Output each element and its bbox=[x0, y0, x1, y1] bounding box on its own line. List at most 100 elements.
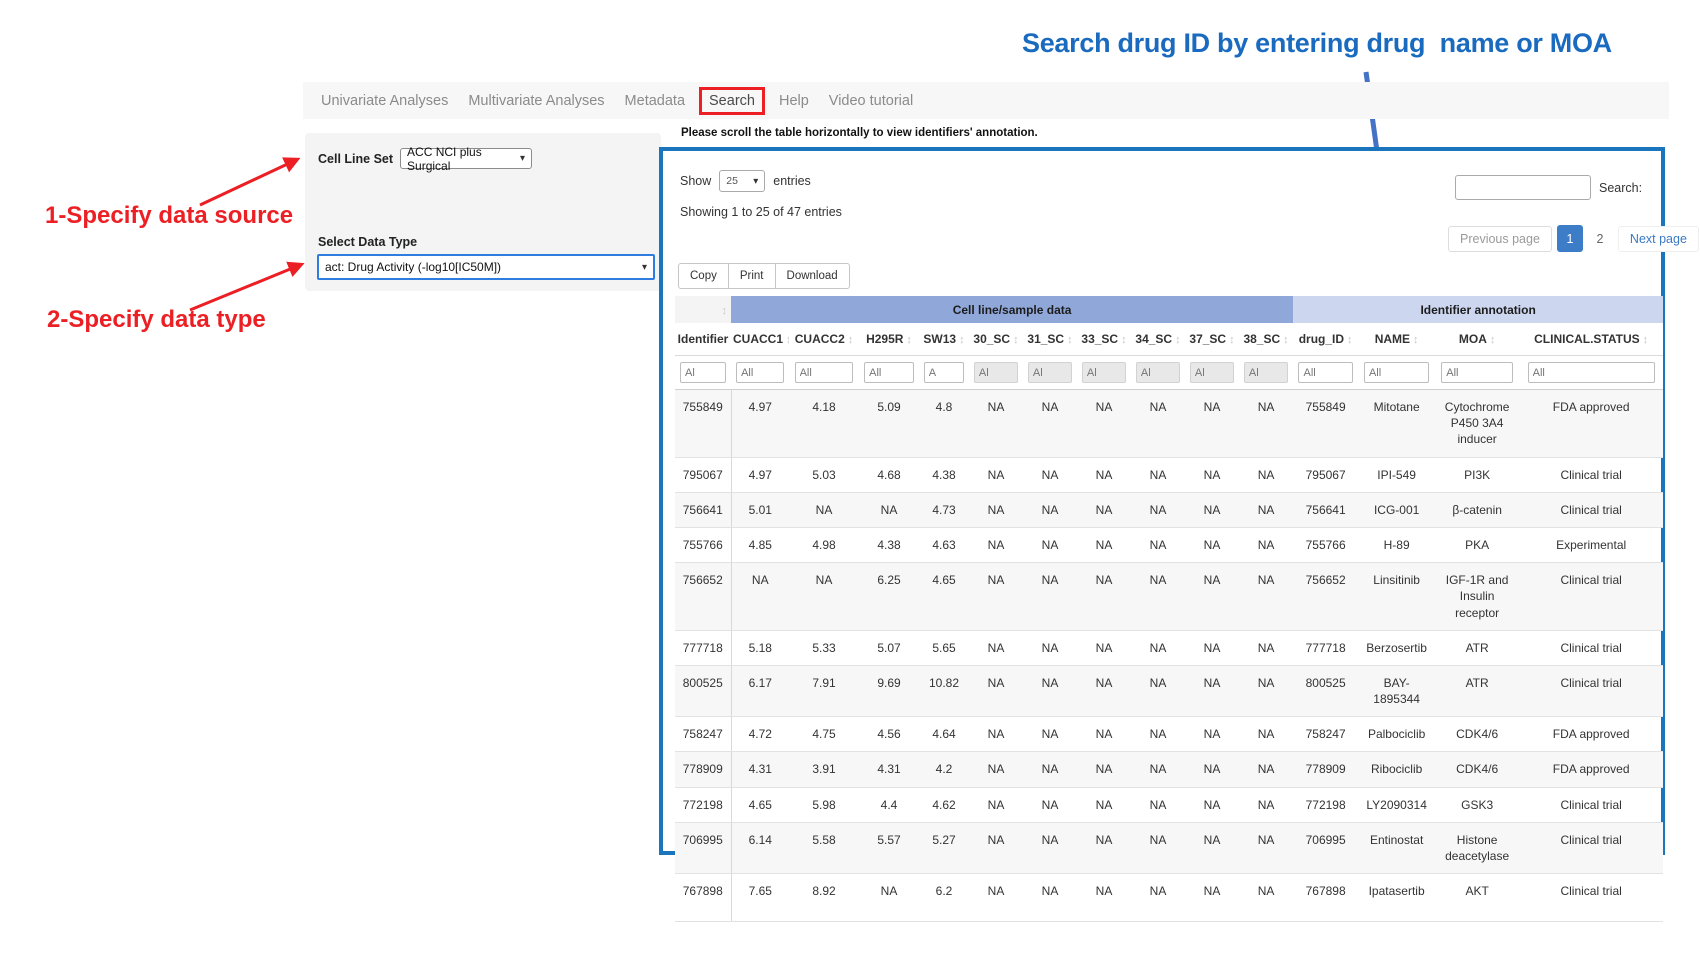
cell-sw13: 4.63 bbox=[919, 527, 969, 562]
column-header-34-sc[interactable]: 34_SC↕ bbox=[1131, 323, 1185, 356]
cell-31-sc: NA bbox=[1023, 874, 1077, 922]
column-header-sw13[interactable]: SW13↕ bbox=[919, 323, 969, 356]
group-header-identifier-annotation: Identifier annotation bbox=[1293, 296, 1663, 323]
filter-cell bbox=[1185, 356, 1239, 390]
cell-38-sc: NA bbox=[1239, 390, 1293, 458]
cell-h295r: 5.09 bbox=[859, 390, 919, 458]
table-panel: Show 25 ▾ entries Showing 1 to 25 of 47 … bbox=[659, 147, 1665, 855]
filter-cell bbox=[675, 356, 731, 390]
download-button[interactable]: Download bbox=[775, 263, 850, 289]
cell-name: IPI-549 bbox=[1358, 457, 1435, 492]
column-header-31-sc[interactable]: 31_SC↕ bbox=[1023, 323, 1077, 356]
nav-item-help[interactable]: Help bbox=[769, 87, 819, 115]
column-header-row: IdentifierCUACC1↕CUACC2↕H295R↕SW13↕30_SC… bbox=[675, 323, 1663, 356]
cell-name: Ribociclib bbox=[1358, 752, 1435, 787]
cell-37-sc: NA bbox=[1185, 665, 1239, 716]
column-header-h295r[interactable]: H295R↕ bbox=[859, 323, 919, 356]
cell-37-sc: NA bbox=[1185, 457, 1239, 492]
group-header-row: ↕Cell line/sample dataIdentifier annotat… bbox=[675, 296, 1663, 323]
next-page-button[interactable]: Next page bbox=[1618, 226, 1699, 252]
column-header-33-sc[interactable]: 33_SC↕ bbox=[1077, 323, 1131, 356]
copy-button[interactable]: Copy bbox=[678, 263, 729, 289]
navbar: Univariate AnalysesMultivariate Analyses… bbox=[303, 82, 1669, 119]
cell-cuacc1: 5.01 bbox=[731, 492, 789, 527]
filter-input-h295r[interactable] bbox=[864, 362, 914, 383]
print-button[interactable]: Print bbox=[728, 263, 776, 289]
cell-drug-id: 755766 bbox=[1293, 527, 1358, 562]
search-input[interactable] bbox=[1455, 175, 1591, 200]
filter-input-37-sc bbox=[1190, 362, 1234, 383]
nav-item-univariate-analyses[interactable]: Univariate Analyses bbox=[311, 87, 458, 115]
nav-item-multivariate-analyses[interactable]: Multivariate Analyses bbox=[458, 87, 614, 115]
column-header-30-sc[interactable]: 30_SC↕ bbox=[969, 323, 1023, 356]
cell-31-sc: NA bbox=[1023, 787, 1077, 822]
column-header-name[interactable]: NAME↕ bbox=[1358, 323, 1435, 356]
cell-cuacc2: 7.91 bbox=[789, 665, 859, 716]
table-row: 7777185.185.335.075.65NANANANANANA777718… bbox=[675, 630, 1663, 665]
nav-item-metadata[interactable]: Metadata bbox=[615, 87, 695, 115]
filter-input-moa[interactable] bbox=[1441, 362, 1513, 383]
filter-input-identifier[interactable] bbox=[680, 362, 726, 383]
cell-clinical-status: Clinical trial bbox=[1519, 822, 1663, 873]
page-button-2[interactable]: 2 bbox=[1587, 225, 1613, 252]
cell-name: H-89 bbox=[1358, 527, 1435, 562]
cell-identifier: 758247 bbox=[675, 717, 731, 752]
cell-name: LY2090314 bbox=[1358, 787, 1435, 822]
page-length-select[interactable]: 25 ▾ bbox=[719, 170, 765, 192]
cell-identifier: 795067 bbox=[675, 457, 731, 492]
filter-input-sw13[interactable] bbox=[924, 362, 964, 383]
cell-38-sc: NA bbox=[1239, 874, 1293, 922]
filter-cell bbox=[859, 356, 919, 390]
cell-37-sc: NA bbox=[1185, 630, 1239, 665]
column-header-cuacc1[interactable]: CUACC1↕ bbox=[731, 323, 789, 356]
cell-clinical-status: Clinical trial bbox=[1519, 874, 1663, 922]
show-label: Show bbox=[680, 174, 711, 188]
previous-page-button[interactable]: Previous page bbox=[1448, 226, 1552, 252]
cell-line-set-select[interactable]: ACC NCI plus Surgical ▾ bbox=[400, 148, 532, 169]
cell-moa: CDK4/6 bbox=[1435, 752, 1519, 787]
search-label: Search: bbox=[1599, 181, 1642, 195]
chevron-down-icon: ▾ bbox=[753, 176, 758, 187]
filter-input-cuacc2[interactable] bbox=[795, 362, 854, 383]
page-button-1[interactable]: 1 bbox=[1557, 225, 1583, 252]
cell-33-sc: NA bbox=[1077, 630, 1131, 665]
cell-cuacc1: 4.72 bbox=[731, 717, 789, 752]
cell-31-sc: NA bbox=[1023, 390, 1077, 458]
column-header-clinical-status[interactable]: CLINICAL.STATUS↕ bbox=[1519, 323, 1663, 356]
filter-input-cuacc1[interactable] bbox=[736, 362, 784, 383]
filter-input-drug-id[interactable] bbox=[1298, 362, 1352, 383]
cell-cuacc2: 5.98 bbox=[789, 787, 859, 822]
table-row: 7558494.974.185.094.8NANANANANANA755849M… bbox=[675, 390, 1663, 458]
cell-37-sc: NA bbox=[1185, 787, 1239, 822]
cell-sw13: 4.64 bbox=[919, 717, 969, 752]
column-header-moa[interactable]: MOA↕ bbox=[1435, 323, 1519, 356]
cell-name: ICG-001 bbox=[1358, 492, 1435, 527]
nav-item-search[interactable]: Search bbox=[699, 87, 765, 115]
page-number-buttons: 12 bbox=[1557, 225, 1613, 252]
cell-clinical-status: FDA approved bbox=[1519, 752, 1663, 787]
cell-cuacc1: 4.31 bbox=[731, 752, 789, 787]
filter-input-name[interactable] bbox=[1364, 362, 1429, 383]
cell-drug-id: 758247 bbox=[1293, 717, 1358, 752]
cell-cuacc2: 8.92 bbox=[789, 874, 859, 922]
column-header-cuacc2[interactable]: CUACC2↕ bbox=[789, 323, 859, 356]
cell-30-sc: NA bbox=[969, 752, 1023, 787]
cell-30-sc: NA bbox=[969, 717, 1023, 752]
cell-moa: ATR bbox=[1435, 665, 1519, 716]
column-header-37-sc[interactable]: 37_SC↕ bbox=[1185, 323, 1239, 356]
cell-37-sc: NA bbox=[1185, 752, 1239, 787]
filter-input-38-sc bbox=[1244, 362, 1288, 383]
nav-item-video-tutorial[interactable]: Video tutorial bbox=[819, 87, 923, 115]
column-header-drug-id[interactable]: drug_ID↕ bbox=[1293, 323, 1358, 356]
show-entries-control: Show 25 ▾ entries bbox=[680, 170, 811, 192]
column-header-38-sc[interactable]: 38_SC↕ bbox=[1239, 323, 1293, 356]
cell-name: Linsitinib bbox=[1358, 563, 1435, 631]
cell-sw13: 5.27 bbox=[919, 822, 969, 873]
cell-line-set-label: Cell Line Set bbox=[318, 152, 393, 166]
cell-clinical-status: FDA approved bbox=[1519, 717, 1663, 752]
scroll-note: Please scroll the table horizontally to … bbox=[681, 127, 1038, 139]
data-type-select[interactable]: act: Drug Activity (-log10[IC50M]) ▾ bbox=[317, 254, 655, 280]
filter-input-clinical-status[interactable] bbox=[1528, 362, 1655, 383]
cell-33-sc: NA bbox=[1077, 874, 1131, 922]
sort-icon: ↕ bbox=[1490, 334, 1496, 346]
